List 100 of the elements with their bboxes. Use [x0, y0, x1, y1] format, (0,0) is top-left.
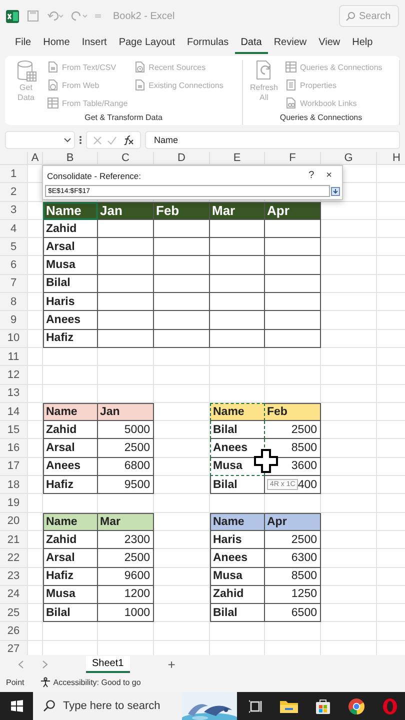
grid-cell[interactable] [321, 458, 377, 476]
table-cell[interactable]: 2500 [265, 530, 321, 550]
ribbon-tab[interactable]: Home [37, 34, 76, 54]
table-cell[interactable]: 5000 [98, 421, 154, 440]
row-number[interactable]: 25 [0, 604, 28, 622]
table-cell[interactable]: 1250 [265, 586, 321, 604]
grid-cell[interactable] [28, 458, 43, 476]
row-number[interactable]: 3 [0, 202, 28, 220]
grid-cell[interactable] [321, 530, 377, 550]
grid-cell[interactable] [321, 586, 377, 604]
column-header-cell[interactable]: Name [43, 402, 98, 422]
next-sheet-icon[interactable] [42, 660, 48, 668]
table-cell[interactable]: 6300 [265, 549, 321, 568]
table-cell[interactable] [210, 220, 265, 238]
windows-start-icon[interactable] [10, 700, 22, 712]
table-cell[interactable]: Arsal [43, 439, 98, 458]
close-button[interactable]: × [320, 170, 338, 181]
column-header-cell[interactable]: Mar [98, 512, 154, 531]
grid-cell[interactable] [154, 348, 210, 366]
table-cell[interactable] [210, 293, 265, 312]
ribbon-tab[interactable]: Formulas [181, 34, 235, 54]
row-number[interactable]: 10 [0, 330, 28, 348]
column-header-cell[interactable]: Jan [98, 202, 154, 220]
column-header-cell[interactable]: Apr [265, 512, 321, 531]
table-cell[interactable] [265, 238, 321, 256]
grid-cell[interactable] [43, 366, 98, 385]
ribbon-tab[interactable]: Help [346, 34, 379, 54]
insert-function-icon[interactable] [122, 135, 134, 145]
grid-cell[interactable] [28, 549, 43, 568]
table-cell[interactable]: 1200 [98, 586, 154, 604]
grid-cell[interactable] [28, 330, 43, 348]
column-letter[interactable]: C [98, 152, 154, 165]
grid-cell[interactable] [28, 293, 43, 312]
grid-cell[interactable] [265, 622, 321, 641]
table-cell[interactable] [210, 238, 265, 256]
table-cell[interactable]: Bilal [210, 604, 265, 622]
table-cell[interactable] [265, 311, 321, 330]
grid-cell[interactable] [28, 421, 43, 440]
grid-cell[interactable] [210, 366, 265, 385]
table-cell[interactable] [154, 238, 210, 256]
table-cell[interactable]: 9600 [98, 568, 154, 586]
grid-cell[interactable] [321, 293, 377, 312]
grid-cell[interactable] [321, 366, 377, 385]
table-cell[interactable]: 6800 [98, 458, 154, 476]
ribbon-tab[interactable]: Review [268, 34, 313, 54]
grid-cell[interactable] [28, 568, 43, 586]
row-number[interactable]: 12 [0, 366, 28, 385]
table-cell[interactable] [98, 274, 154, 294]
grid-cell[interactable] [154, 366, 210, 385]
grid-cell[interactable] [321, 549, 377, 568]
table-cell[interactable] [210, 256, 265, 275]
table-cell[interactable]: Musa [43, 256, 98, 275]
column-letter[interactable]: E [210, 152, 265, 165]
column-header-cell[interactable]: Name [43, 202, 98, 220]
table-cell[interactable]: Arsal [43, 238, 98, 256]
grid-cell[interactable] [28, 439, 43, 458]
table-cell[interactable]: 1000 [98, 604, 154, 622]
ribbon-tab[interactable]: File [9, 34, 38, 54]
row-number[interactable]: 22 [0, 549, 28, 568]
customize-icon[interactable] [95, 13, 101, 19]
row-number[interactable]: 13 [0, 384, 28, 403]
grid-cell[interactable] [321, 494, 377, 513]
grid-cell[interactable] [210, 622, 265, 641]
grid-cell[interactable] [98, 622, 154, 641]
table-cell[interactable] [265, 220, 321, 238]
grid-cell[interactable] [28, 348, 43, 366]
table-cell[interactable] [210, 311, 265, 330]
grid-cell[interactable] [321, 604, 377, 622]
grid-cell[interactable] [98, 366, 154, 385]
column-letter[interactable]: H [377, 152, 405, 165]
table-cell[interactable]: Zahid [43, 530, 98, 550]
grid-cell[interactable] [321, 330, 377, 348]
grid-cell[interactable] [43, 622, 98, 641]
grid-cell[interactable] [28, 622, 43, 641]
row-number[interactable]: 16 [0, 439, 28, 458]
column-header-cell[interactable]: Feb [154, 202, 210, 220]
save-icon[interactable] [27, 10, 39, 22]
formula-field[interactable]: Name [145, 131, 400, 149]
grid-cell[interactable] [98, 348, 154, 366]
grid-cell[interactable] [154, 568, 210, 586]
row-number[interactable]: 24 [0, 586, 28, 604]
grid-cell[interactable] [154, 494, 210, 513]
grid-cell[interactable] [154, 421, 210, 440]
grid-cell[interactable] [321, 311, 377, 330]
table-cell[interactable]: Haris [210, 530, 265, 550]
table-cell[interactable] [98, 256, 154, 275]
grid-cell[interactable] [321, 220, 377, 238]
table-cell[interactable]: 8500 [265, 568, 321, 586]
table-cell[interactable] [98, 238, 154, 256]
column-header-cell[interactable]: Apr [265, 202, 321, 220]
table-cell[interactable] [265, 330, 321, 348]
row-number[interactable]: 5 [0, 238, 28, 256]
table-cell[interactable] [154, 220, 210, 238]
grid-cell[interactable] [28, 311, 43, 330]
table-cell[interactable]: Arsal [43, 549, 98, 568]
table-cell[interactable] [210, 330, 265, 348]
table-cell[interactable]: 2300 [98, 530, 154, 550]
grid-cell[interactable] [321, 256, 377, 275]
accessibility-status[interactable]: Accessibility: Good to go [53, 678, 141, 687]
table-cell[interactable]: Hafiz [43, 330, 98, 348]
